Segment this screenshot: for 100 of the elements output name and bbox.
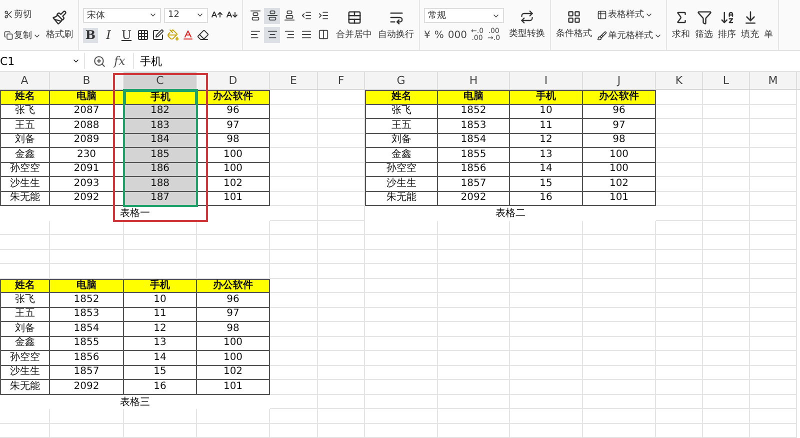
table-cell: 185 — [124, 148, 197, 162]
table-cell: 183 — [124, 119, 197, 134]
align-middle-button[interactable] — [264, 8, 280, 24]
align-indent-icon — [318, 10, 328, 22]
fill-icon — [742, 10, 758, 25]
table-cell: 1857 — [50, 366, 124, 380]
column-header[interactable]: L — [703, 72, 750, 89]
column-header[interactable]: E — [270, 72, 318, 89]
table-cell: 12 — [124, 322, 197, 336]
table-cell: 1852 — [50, 293, 124, 308]
cell-style-button[interactable]: 单元格样式 — [597, 29, 662, 42]
format-painter-button[interactable]: 格式刷 — [45, 10, 74, 41]
column-header[interactable]: A — [0, 72, 50, 89]
italic-button[interactable]: I — [101, 28, 116, 43]
table-cell: 张飞 — [365, 104, 438, 119]
table-cell: 金鑫 — [0, 336, 50, 351]
cutoff-button[interactable]: 单 — [763, 10, 774, 41]
table-cell: 朱无能 — [0, 192, 50, 206]
name-box[interactable]: C1 — [0, 53, 85, 70]
table-cell: 朱无能 — [365, 192, 438, 206]
table-cell: 101 — [197, 380, 270, 394]
table-cell: 184 — [124, 134, 197, 148]
header-cell: 办公软件 — [197, 90, 270, 104]
bold-button[interactable]: B — [83, 28, 98, 43]
table-cell: 1852 — [438, 104, 510, 119]
type-convert-button[interactable]: 类型转换 — [508, 10, 546, 40]
table-cell: 11 — [124, 308, 197, 322]
number-format-button[interactable]: 000 — [448, 30, 467, 41]
header-cell: 电脑 — [50, 278, 124, 293]
column-header[interactable]: F — [318, 72, 365, 89]
filter-icon — [696, 10, 712, 25]
header-cell: 手机 — [124, 90, 197, 104]
eraser-icon[interactable] — [197, 29, 209, 42]
table-cell: 16 — [124, 380, 197, 394]
number-format-button[interactable]: % — [434, 30, 444, 41]
cell-format-icon[interactable] — [152, 29, 164, 42]
sort-icon — [720, 10, 734, 25]
column-header[interactable]: K — [656, 72, 703, 89]
font-size-select[interactable]: 12 — [164, 8, 208, 23]
copy-button[interactable]: 复制 — [4, 29, 41, 42]
table-cell: 16 — [510, 192, 583, 206]
formula-field[interactable]: 手机 — [133, 53, 800, 70]
column-header[interactable]: I — [510, 72, 583, 89]
column-header[interactable]: G — [365, 72, 438, 89]
wrap-text-button[interactable]: 自动换行 — [377, 10, 415, 41]
table-cell: 刘备 — [0, 134, 50, 148]
cut-button[interactable]: 剪切 — [4, 8, 32, 22]
header-cell: 手机 — [124, 278, 197, 293]
table-cell: 1857 — [438, 177, 510, 192]
zoom-icon[interactable] — [93, 54, 106, 68]
table-cell: 1855 — [438, 148, 510, 162]
align-middle-icon — [266, 10, 278, 22]
align-justify-icon — [300, 29, 312, 40]
column-header[interactable]: M — [750, 72, 797, 89]
align-center-button[interactable] — [264, 26, 280, 43]
align-top-icon — [250, 10, 260, 22]
table-cell: 102 — [583, 177, 656, 192]
table-caption: 表格一 — [119, 206, 151, 220]
table-cell: 98 — [197, 322, 270, 336]
header-cell: 姓名 — [365, 90, 438, 104]
table-cell: 102 — [197, 366, 270, 380]
table-cell: 1854 — [50, 322, 124, 336]
table-cell: 13 — [510, 148, 583, 162]
font-color-icon[interactable] — [182, 29, 194, 42]
table-cell: 15 — [510, 177, 583, 192]
sort-button[interactable]: 排序 — [717, 10, 737, 41]
table-cell: 2092 — [438, 192, 510, 206]
table-cell: 100 — [583, 148, 656, 162]
table-cell: 孙空空 — [365, 162, 438, 177]
filter-button[interactable]: 筛选 — [694, 10, 714, 41]
table-cell: 96 — [583, 104, 656, 119]
table-cell: 97 — [197, 308, 270, 322]
wrap-text-icon — [388, 10, 404, 25]
function-button[interactable]: fx — [114, 54, 126, 68]
copy-icon — [4, 31, 13, 40]
table-cell: 沙生生 — [0, 366, 50, 380]
table-style-button[interactable]: 表格样式 — [597, 8, 653, 22]
column-header[interactable]: H — [438, 72, 510, 89]
column-header[interactable]: D — [197, 72, 270, 89]
fill-color-icon[interactable] — [167, 29, 179, 42]
sum-button[interactable]: 求和 — [671, 10, 691, 41]
table-cell: 1853 — [438, 119, 510, 134]
table-cell: 102 — [197, 177, 270, 192]
column-header[interactable]: J — [583, 72, 656, 89]
table-cell: 15 — [124, 366, 197, 380]
font-family-select[interactable]: 宋体 — [83, 8, 161, 23]
number-format-select[interactable]: 常规 — [424, 8, 504, 24]
table-cell: 1853 — [50, 308, 124, 322]
number-format-button[interactable]: ¥ — [424, 30, 430, 41]
merge-center-button[interactable]: 合并居中 — [335, 10, 373, 41]
table-cell: 金鑫 — [0, 148, 50, 162]
table-cell: 沙生生 — [0, 177, 50, 192]
table-caption: 表格二 — [494, 206, 526, 220]
borders-icon[interactable] — [137, 29, 149, 42]
convert-arrows-icon — [520, 10, 534, 24]
conditional-format-button[interactable]: 条件格式 — [555, 10, 593, 40]
fill-button[interactable]: 填充 — [740, 10, 760, 41]
table-cell: 186 — [124, 162, 197, 177]
table-cell: 182 — [124, 104, 197, 119]
underline-button[interactable]: U — [119, 28, 134, 43]
